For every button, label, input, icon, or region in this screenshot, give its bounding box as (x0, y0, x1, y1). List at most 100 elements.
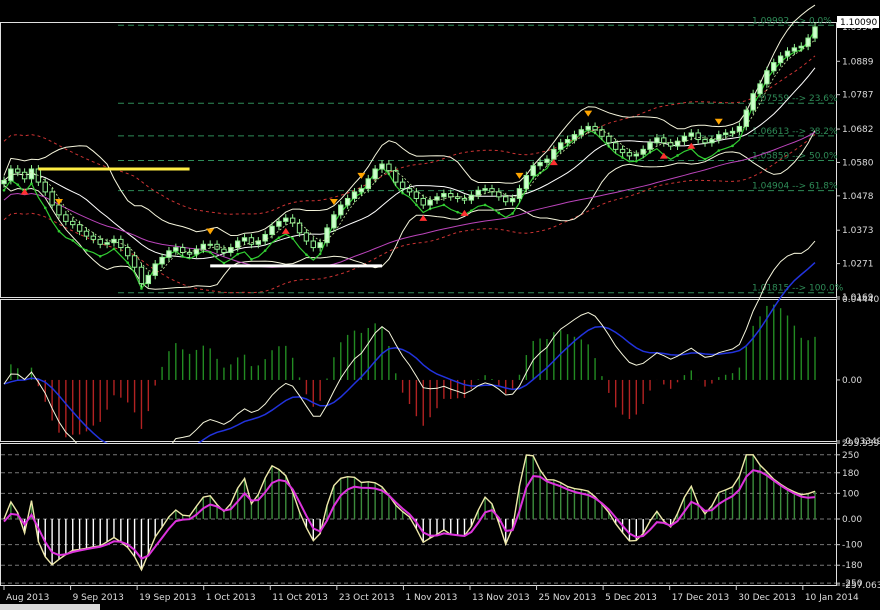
trading-chart[interactable]: 1.01691.02711.03731.04781.05801.06821.07… (0, 0, 880, 610)
candle-body (571, 134, 578, 141)
candle-body (379, 163, 385, 170)
candle-body (186, 251, 193, 255)
candle-body (530, 165, 536, 177)
parabolic-sar-dot (497, 211, 501, 215)
candle-body (702, 139, 708, 144)
candle-body (70, 220, 76, 226)
parabolic-sar-dot (511, 212, 514, 215)
candle-body (647, 142, 653, 150)
parabolic-sar-dot (2, 188, 6, 192)
candle-body (503, 196, 509, 203)
parabolic-sar-dot (318, 252, 322, 256)
candle-body (558, 142, 564, 150)
candle-body (221, 248, 227, 253)
candle-body (28, 168, 35, 180)
time-axis-label: 5 Dec 2013 (605, 593, 657, 603)
candle-body (159, 256, 165, 265)
cci-y-tick-label: 250 (842, 451, 859, 461)
candle-body (585, 125, 591, 131)
fibonacci-level-label: 1.07559 --> 23.6% (752, 94, 838, 104)
candle-body (152, 263, 158, 276)
candle-body (736, 125, 743, 132)
parabolic-sar-dot (208, 250, 212, 254)
cci-panel-frame (0, 443, 837, 586)
price-panel[interactable]: 1.01691.02711.03731.04781.05801.06821.07… (0, 4, 880, 303)
candle-body (640, 148, 646, 155)
candle-body (207, 243, 213, 246)
candle-body (667, 142, 674, 147)
fibonacci-level-label: 1.06613 --> 38.2% (752, 127, 838, 137)
parabolic-sar-dot (470, 209, 473, 212)
parabolic-sar-dot (222, 261, 226, 265)
candle-body (743, 109, 749, 127)
candle-body (56, 204, 62, 216)
candle-body (612, 142, 619, 150)
candle-body (606, 135, 612, 144)
parabolic-sar-dot (112, 247, 116, 251)
candle-body (386, 163, 392, 172)
parabolic-sar-dot (126, 261, 130, 264)
candle-body (97, 238, 103, 245)
parabolic-sar-dot (635, 159, 638, 163)
cci-y-tick-label: 295.9391 (842, 439, 880, 449)
candle-body (688, 132, 694, 137)
time-axis-label: 9 Sep 2013 (73, 593, 124, 603)
candle-body (798, 45, 804, 49)
candle-body (448, 193, 454, 198)
candle-body (537, 161, 543, 167)
candle-body (784, 50, 791, 57)
candle-body (729, 130, 736, 134)
parabolic-sar-dot (236, 252, 239, 256)
candle-body (654, 137, 660, 144)
time-axis-label: 25 Nov 2013 (539, 593, 597, 603)
cci-y-tick-label: -180 (842, 561, 863, 571)
candle-body (441, 193, 447, 198)
candle-body (179, 247, 186, 253)
candle-body (564, 139, 571, 144)
cci-y-tick-label: -257.0634 (842, 581, 880, 591)
candle-body (1, 179, 7, 185)
parabolic-sar-dot (305, 253, 308, 256)
price-y-tick-label: 1.0271 (842, 260, 874, 270)
candle-body (475, 189, 481, 196)
candle-body (193, 248, 200, 255)
candle-body (805, 37, 811, 47)
candle-body (777, 55, 784, 64)
candle-body (661, 137, 667, 144)
candle-body (420, 197, 426, 206)
current-price-label: 1.10090 (840, 18, 877, 28)
time-axis: Aug 2013 9 Sep 2013 19 Sep 2013 1 Oct 2013 1… (0, 585, 859, 610)
parabolic-sar-dot (731, 144, 734, 148)
parabolic-sar-dot (85, 249, 88, 252)
parabolic-sar-dot (43, 206, 47, 210)
candle-body (592, 125, 598, 131)
parabolic-sar-dot (263, 249, 267, 252)
time-axis-label: Aug 2013 (6, 593, 49, 603)
parabolic-sar-dot (71, 239, 75, 242)
candle-body (303, 232, 310, 242)
candle-body (331, 214, 337, 229)
parabolic-sar-dot (57, 229, 61, 233)
candle-body (406, 188, 413, 193)
candle-body (125, 247, 131, 257)
time-axis-label: 1 Oct 2013 (206, 593, 256, 603)
time-axis-label: 11 Oct 2013 (272, 593, 328, 603)
time-axis-label: 19 Sep 2013 (139, 593, 196, 603)
cci-y-tick-label: -100 (842, 541, 863, 551)
candle-body (757, 83, 763, 95)
candle-body (413, 191, 420, 199)
candle-body (791, 47, 798, 52)
parabolic-sar-dot (703, 157, 707, 161)
candle-body (578, 129, 585, 136)
fibonacci-level-label: 1.04904 --> 61.8% (752, 182, 838, 192)
candle-body (131, 255, 138, 268)
time-axis-label: 10 Jan 2014 (805, 593, 859, 603)
cci-panel[interactable]: 295.93912501801000.00-100-180-250-257.06… (0, 439, 880, 591)
time-axis-label: 23 Oct 2013 (339, 593, 395, 603)
candle-body (166, 250, 172, 258)
candle-body (626, 152, 633, 157)
candle-body (709, 139, 715, 144)
parabolic-sar-dot (442, 203, 446, 207)
candle-body (283, 217, 289, 222)
candle-body (454, 196, 461, 199)
